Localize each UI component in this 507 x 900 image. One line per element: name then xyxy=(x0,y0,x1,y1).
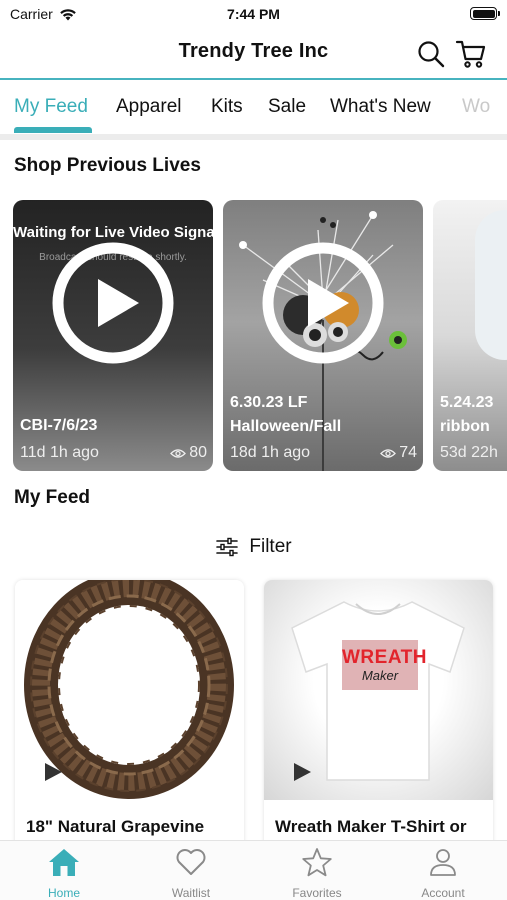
filter-button[interactable]: Filter xyxy=(0,534,507,560)
live-card-1-views: 80 xyxy=(170,444,207,462)
search-icon[interactable] xyxy=(415,38,447,70)
live-card-2-title-line1: 6.30.23 LF xyxy=(230,394,308,411)
category-tabs: My Feed Apparel Kits Sale What's New Wo xyxy=(0,80,507,136)
app-header: Trendy Tree Inc xyxy=(0,30,507,78)
battery-icon xyxy=(470,7,500,20)
tshirt-print-maker: Maker xyxy=(361,668,399,683)
nav-favorites-label: Favorites xyxy=(292,886,342,900)
tabs-divider xyxy=(0,134,507,140)
live-card-1-view-count: 80 xyxy=(189,444,207,461)
person-icon xyxy=(430,849,456,876)
product-card-1[interactable]: 18" Natural Grapevine xyxy=(15,580,244,850)
nav-waitlist-label: Waitlist xyxy=(171,886,211,900)
video-play-icon xyxy=(45,763,62,781)
section-title-my-feed: My Feed xyxy=(14,487,91,508)
live-card-2-view-count: 74 xyxy=(399,444,417,461)
bottom-navigation: Home Waitlist Favorites Account xyxy=(0,840,507,900)
home-icon xyxy=(49,849,79,876)
nav-home[interactable]: Home xyxy=(14,847,114,900)
play-icon xyxy=(52,242,174,364)
status-bar: Carrier 7:44 PM xyxy=(0,0,507,30)
live-card-1-title: CBI-7/6/23 xyxy=(20,417,98,434)
live-card-2-title-line2: Halloween/Fall xyxy=(230,418,342,435)
live-card-2-views: 74 xyxy=(380,444,417,462)
tab-kits[interactable]: Kits xyxy=(211,96,243,118)
live-card-1-overlay-text: Waiting for Live Video Signal xyxy=(13,224,213,241)
heart-icon xyxy=(176,849,206,875)
filter-label: Filter xyxy=(249,536,292,557)
nav-account-label: Account xyxy=(421,886,465,900)
star-icon xyxy=(302,848,332,877)
live-card-1[interactable]: Waiting for Live Video Signal Broadcast … xyxy=(13,200,213,471)
nav-account[interactable]: Account xyxy=(393,847,493,900)
nav-favorites[interactable]: Favorites xyxy=(267,847,367,900)
live-card-3-age: 53d 22h xyxy=(440,444,498,461)
eye-icon xyxy=(170,448,187,458)
active-tab-indicator xyxy=(14,127,92,133)
live-card-3-title-line1: 5.24.23 xyxy=(440,394,494,411)
tab-my-feed[interactable]: My Feed xyxy=(14,96,88,118)
product-card-2[interactable]: WREATH Maker Wreath Maker T-Shirt or xyxy=(264,580,493,850)
live-card-3-thumbnail xyxy=(475,210,507,360)
tab-sale[interactable]: Sale xyxy=(268,96,306,118)
live-card-3[interactable]: 5.24.23 ribbon 53d 22h xyxy=(433,200,507,471)
product-name: Wreath Maker T-Shirt or xyxy=(275,817,467,836)
product-name: 18" Natural Grapevine xyxy=(26,817,205,836)
nav-home-label: Home xyxy=(47,886,80,900)
live-card-3-title-line2: ribbon xyxy=(440,418,490,435)
section-title-previous-lives: Shop Previous Lives xyxy=(14,155,201,176)
tab-apparel[interactable]: Apparel xyxy=(116,96,182,118)
live-card-2[interactable]: 6.30.23 LF Halloween/Fall 18d 1h ago 74 xyxy=(223,200,423,471)
play-icon xyxy=(262,242,384,364)
video-play-icon xyxy=(294,763,311,781)
tab-partial[interactable]: Wo xyxy=(462,96,490,118)
tshirt-print-wreath: WREATH xyxy=(342,647,427,668)
live-card-2-age: 18d 1h ago xyxy=(230,444,311,461)
cart-icon[interactable] xyxy=(455,38,487,70)
tab-whats-new[interactable]: What's New xyxy=(330,96,431,118)
live-card-1-age: 11d 1h ago xyxy=(20,444,99,461)
nav-waitlist[interactable]: Waitlist xyxy=(141,847,241,900)
status-time: 7:44 PM xyxy=(227,6,280,22)
filter-sliders-icon xyxy=(216,537,239,557)
eye-icon xyxy=(380,448,397,458)
